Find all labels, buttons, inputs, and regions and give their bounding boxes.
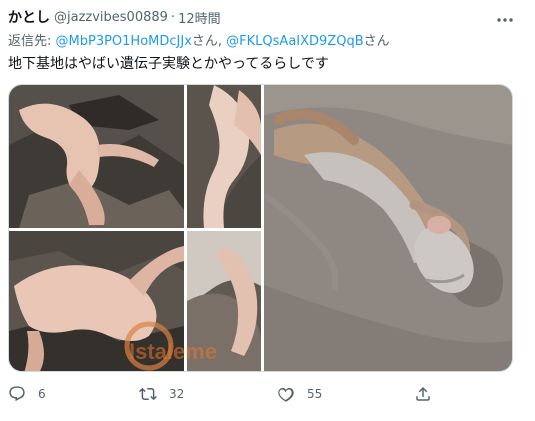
reply-button[interactable]: 6 [8,380,46,408]
mention-suffix-2: さん [363,34,390,49]
reply-to-line: 返信先: @MbP3PO1HoMDcJJxさん, @FKLQsAaIXD9ZQq… [8,30,390,49]
tweet[interactable]: かとし @jazzvibes00889 · 12時間 返信先: @MbP3PO1… [0,0,535,421]
tweet-media: Istaleme [8,84,513,372]
more-horizontal-icon [496,8,514,27]
mention-suffix-1: さん, [191,34,227,49]
retweet-button[interactable]: 32 [139,380,184,408]
mention-link-2[interactable]: @FKLQsAaIXD9ZQqB [226,34,363,49]
reply-to-label: 返信先: [8,34,56,49]
tweet-timestamp[interactable]: 12時間 [178,8,221,27]
like-icon [277,385,295,403]
reply-icon [8,385,26,403]
author-display-name[interactable]: かとし [8,7,50,27]
tweet-header: かとし @jazzvibes00889 · 12時間 [8,7,221,27]
like-count: 55 [307,387,323,401]
more-options-button[interactable] [495,8,515,26]
reply-count: 6 [38,387,46,401]
tweet-text: 地下基地はやばい遺伝子実験とかやってるらしです [8,56,329,72]
watermark-text: Istaleme [129,339,218,364]
author-handle[interactable]: @jazzvibes00889 [54,10,168,25]
tweet-actions: 6 32 55 [0,380,535,408]
share-icon [414,385,432,403]
retweet-icon [139,385,157,403]
like-button[interactable]: 55 [277,380,322,408]
photo-beach[interactable] [264,85,512,371]
retweet-count: 32 [169,387,185,401]
separator-dot: · [170,9,176,25]
mention-link-1[interactable]: @MbP3PO1HoMDcJJx [56,34,192,49]
share-button[interactable] [414,380,432,408]
photo-rocks-top[interactable] [9,85,261,228]
photo-rocks-bottom[interactable]: Istaleme [9,231,261,371]
